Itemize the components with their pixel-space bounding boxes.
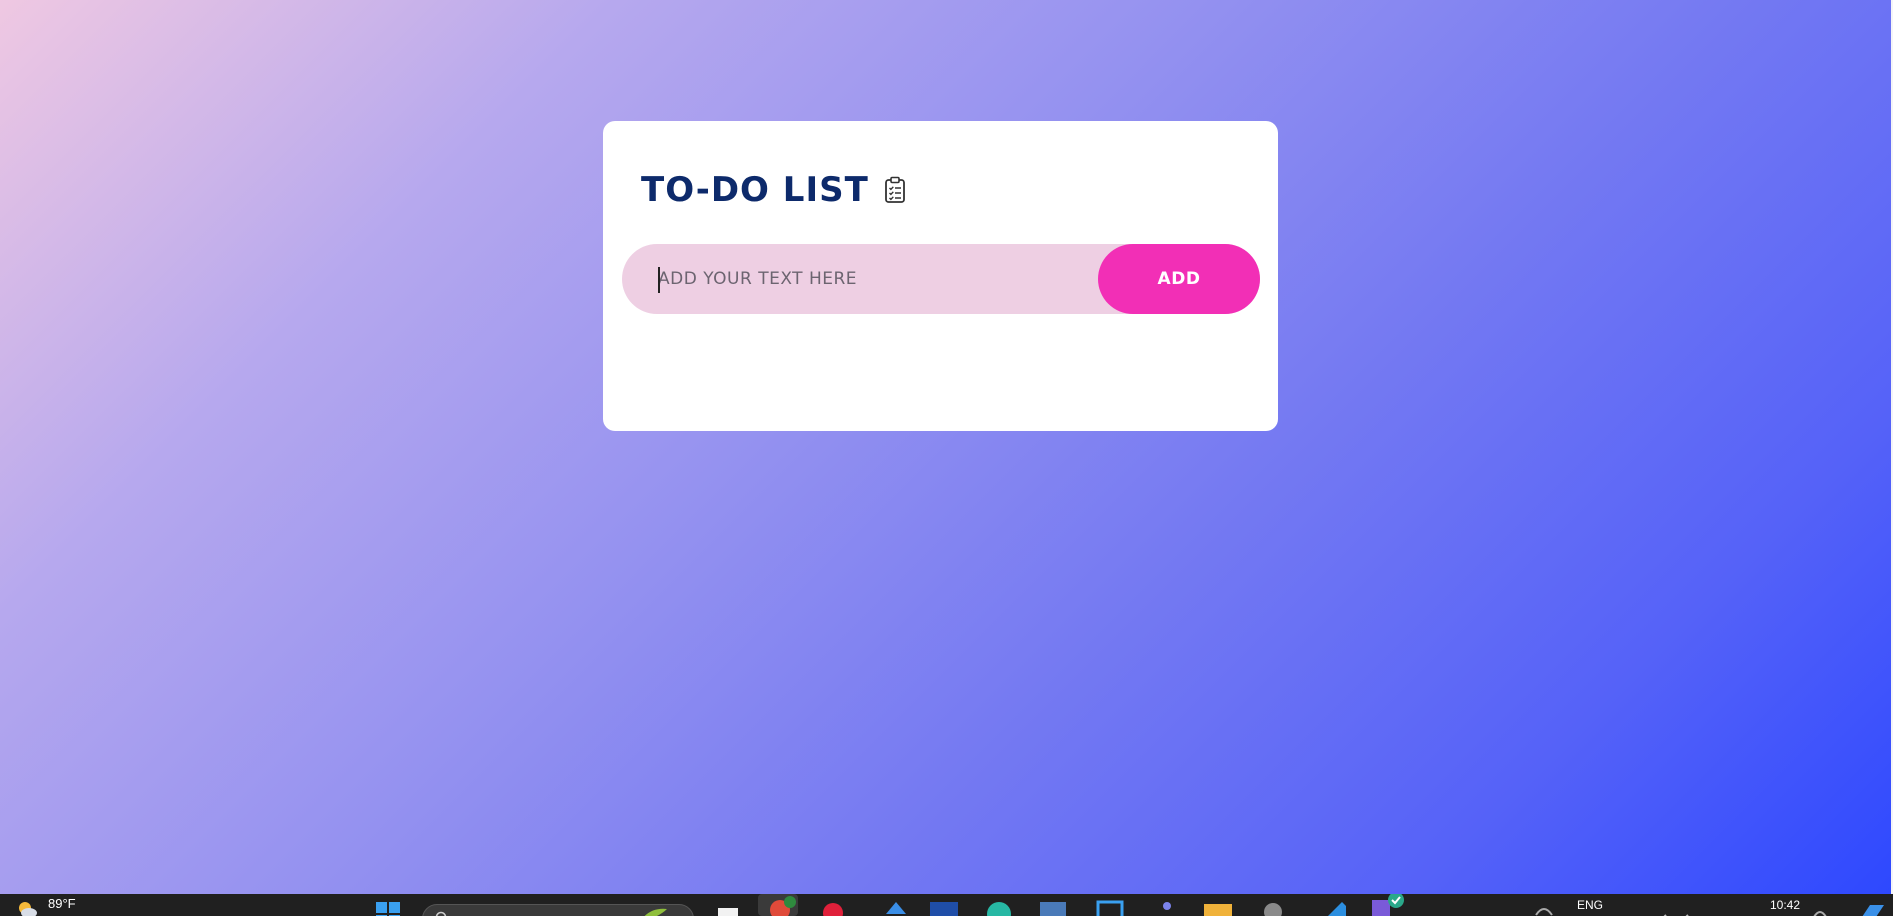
notification-icon[interactable]	[1812, 904, 1828, 916]
title-row: TO-DO LIST	[641, 173, 907, 207]
search-highlight-icon	[644, 908, 667, 916]
edge-icon[interactable]	[984, 900, 1014, 916]
page-title: TO-DO LIST	[641, 170, 869, 210]
wifi-icon[interactable]	[1534, 902, 1554, 916]
clock-time[interactable]: 10:42	[1770, 898, 1800, 912]
network-icon[interactable]	[1660, 906, 1690, 916]
clipboard-checklist-icon	[883, 176, 907, 204]
weather-temperature: 89°F	[48, 896, 76, 911]
add-button[interactable]: ADD	[1098, 244, 1260, 314]
control-panel-icon[interactable]	[1094, 900, 1126, 916]
windows-start-icon[interactable]	[374, 900, 402, 916]
chrome-icon[interactable]	[758, 894, 798, 916]
folder-icon[interactable]	[1202, 900, 1234, 916]
app-icon[interactable]	[1370, 894, 1406, 916]
visual-studio-icon[interactable]	[884, 900, 908, 916]
teams-icon[interactable]	[1156, 900, 1178, 916]
snipping-tool-icon[interactable]	[1038, 900, 1068, 916]
text-caret	[658, 267, 660, 293]
taskbar-search-box[interactable]	[422, 904, 694, 916]
todo-text-input[interactable]	[658, 244, 1078, 314]
taskbar: 89°F ENG 10:42	[0, 894, 1893, 916]
opera-icon[interactable]	[820, 900, 846, 916]
settings-icon[interactable]	[1260, 900, 1286, 916]
copilot-icon[interactable]	[1856, 902, 1886, 916]
todo-input-row: ADD	[622, 244, 1260, 314]
todo-card: TO-DO LIST ADD	[603, 121, 1278, 431]
word-icon[interactable]	[928, 900, 960, 916]
weather-widget[interactable]: 89°F	[16, 896, 76, 916]
search-icon	[435, 911, 447, 916]
language-indicator[interactable]: ENG	[1577, 898, 1603, 912]
file-explorer-icon[interactable]	[716, 900, 740, 916]
vscode-icon[interactable]	[1324, 900, 1350, 916]
partly-sunny-icon	[16, 898, 38, 916]
